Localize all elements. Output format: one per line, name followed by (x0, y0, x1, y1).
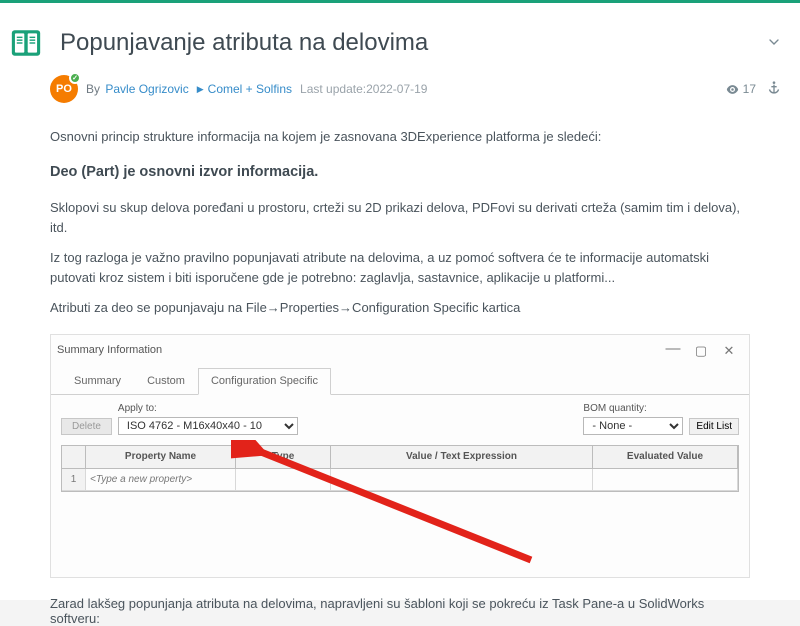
edit-list-button[interactable]: Edit List (689, 418, 739, 435)
col-evaluated: Evaluated Value (593, 446, 738, 469)
page: Popunjavanje atributa na delovima PO By … (0, 0, 800, 600)
paragraph: Iz tog razloga je važno pravilno popunja… (50, 248, 750, 288)
minimize-icon[interactable]: — (659, 337, 687, 360)
bom-quantity-select[interactable]: - None - (583, 417, 683, 435)
meta-row: PO By Pavle Ogrizovic ▶ Comel + Solfins … (0, 69, 800, 109)
apply-to-label: Apply to: (118, 401, 298, 417)
anchor-icon[interactable] (766, 80, 782, 99)
verified-badge-icon (69, 72, 81, 84)
article-body: Osnovni princip strukture informacija na… (0, 109, 800, 578)
paragraph: Zarad lakšeg popunjanja atributa na delo… (0, 590, 800, 626)
cell-property-name[interactable]: <Type a new property> (86, 469, 236, 492)
tab-custom[interactable]: Custom (134, 368, 198, 395)
by-label: By (86, 82, 100, 96)
cell-value[interactable] (331, 469, 593, 492)
tab-body: Delete Apply to: ISO 4762 - M16x40x40 - … (51, 395, 749, 493)
maximize-icon[interactable]: ▢ (687, 341, 715, 361)
paragraph: Sklopovi su skup delova poređani u prost… (50, 198, 750, 238)
paragraph: Atributi za deo se popunjavaju na File→P… (50, 298, 750, 318)
last-update: Last update:2022-07-19 (300, 82, 427, 96)
properties-dialog: Summary Information — ▢ ✕ Summary Custom… (50, 334, 750, 578)
chevron-down-icon[interactable] (766, 34, 782, 53)
dialog-titlebar: Summary Information — ▢ ✕ (51, 335, 749, 366)
avatar-initials: PO (56, 83, 72, 95)
book-icon (4, 21, 48, 65)
dialog-tabs: Summary Custom Configuration Specific (51, 367, 749, 395)
avatar[interactable]: PO (50, 75, 78, 103)
eye-icon (725, 82, 740, 97)
cell-evaluated (593, 469, 738, 492)
cell-index: 1 (62, 469, 86, 492)
bom-quantity-label: BOM quantity: (583, 401, 683, 417)
views-count: 17 (725, 82, 756, 97)
grid-data-row[interactable]: 1 <Type a new property> ▾ (62, 469, 738, 492)
page-title: Popunjavanje atributa na delovima (60, 29, 766, 57)
dropdown-icon[interactable]: ▾ (323, 471, 328, 485)
paragraph: Osnovni princip strukture informacija na… (50, 127, 750, 147)
triangle-icon: ▶ (197, 84, 204, 95)
delete-button[interactable]: Delete (61, 418, 112, 435)
col-value: Value / Text Expression (331, 446, 593, 469)
grid-header-row: Property Name Type Value / Text Expressi… (62, 446, 738, 469)
properties-grid: Property Name Type Value / Text Expressi… (61, 445, 739, 492)
apply-to-select[interactable]: ISO 4762 - M16x40x40 - 10 (118, 417, 298, 435)
org-link[interactable]: Comel + Solfins (208, 82, 292, 96)
author-link[interactable]: Pavle Ogrizovic (105, 82, 188, 96)
emphasis-line: Deo (Part) je osnovni izvor informacija. (50, 161, 750, 183)
tab-configuration-specific[interactable]: Configuration Specific (198, 368, 331, 395)
close-icon[interactable]: ✕ (715, 341, 743, 361)
tab-summary[interactable]: Summary (61, 368, 134, 395)
col-type: Type (236, 446, 331, 469)
header: Popunjavanje atributa na delovima (0, 3, 800, 69)
cell-type[interactable]: ▾ (236, 469, 331, 492)
col-index (62, 446, 86, 469)
dialog-title: Summary Information (57, 342, 162, 359)
col-property-name: Property Name (86, 446, 236, 469)
